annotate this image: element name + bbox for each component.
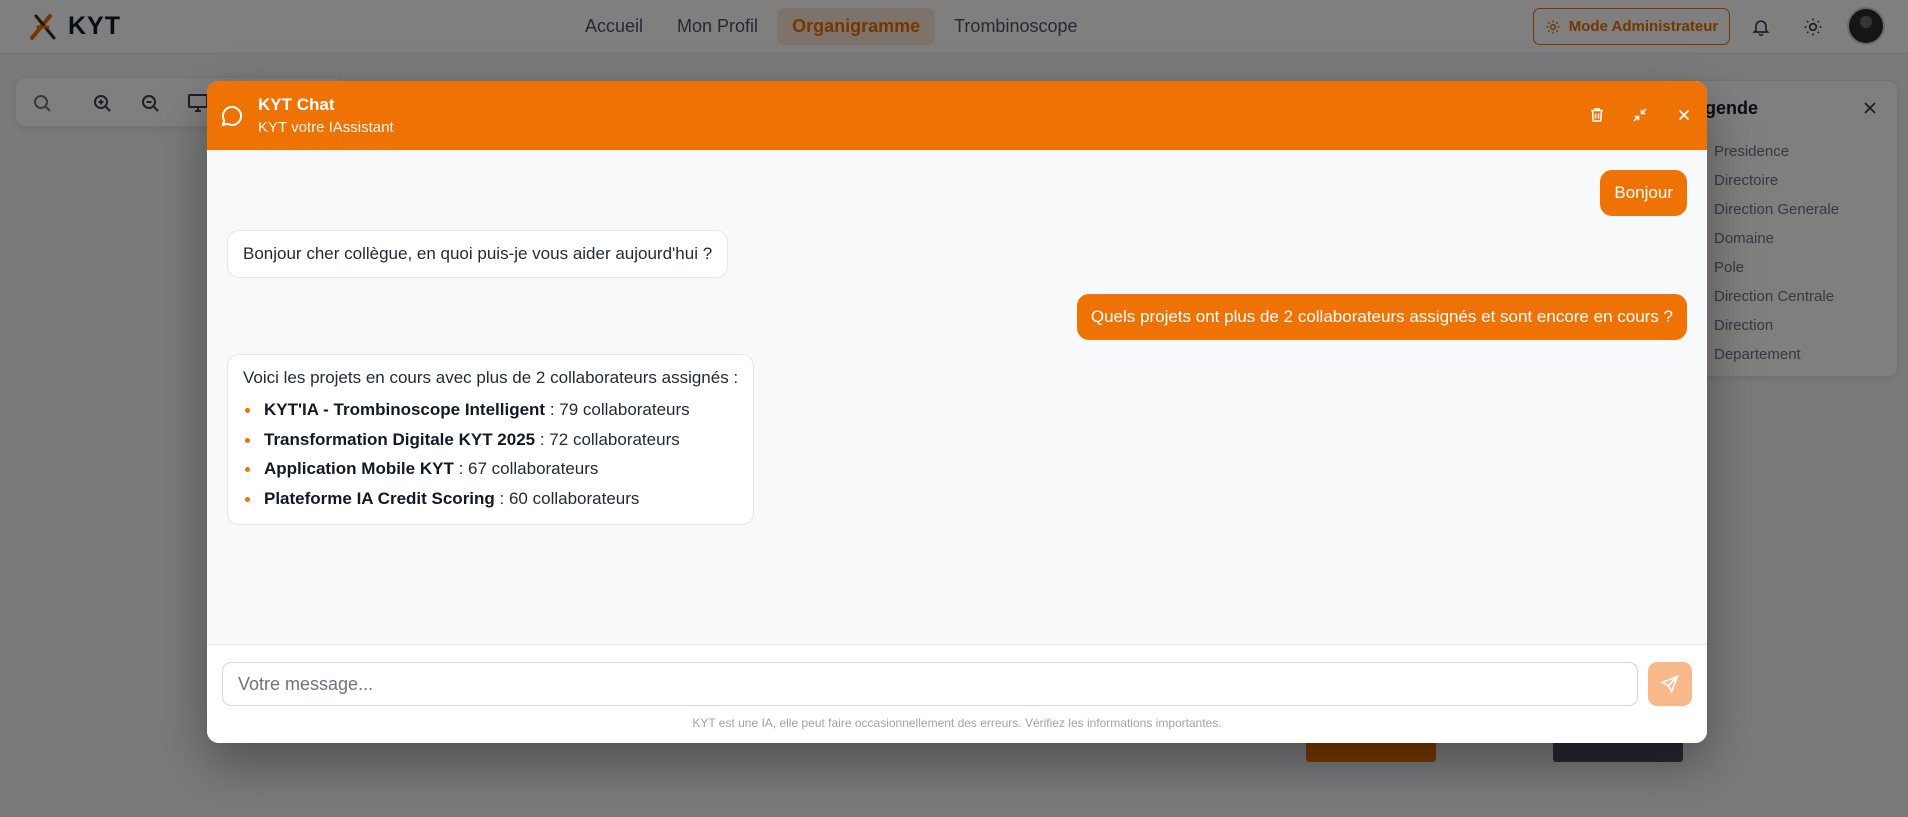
send-button[interactable] — [1648, 662, 1692, 706]
project-detail: : 79 collaborateurs — [545, 400, 690, 419]
list-item: Transformation Digitale KYT 2025 : 72 co… — [243, 425, 738, 455]
user-message: Quels projets ont plus de 2 collaborateu… — [1076, 294, 1687, 340]
project-name: Plateforme IA Credit Scoring — [264, 488, 495, 508]
trash-icon — [1591, 108, 1603, 122]
send-icon — [1660, 675, 1679, 694]
project-name: KYT'IA - Trombinoscope Intelligent — [264, 400, 546, 419]
user-message: Bonjour — [1600, 170, 1687, 216]
chat-dialog: KYT Chat KYT votre IAssistant Bonjour Bo… — [207, 81, 1707, 743]
message-input[interactable] — [222, 662, 1638, 706]
close-chat-button[interactable] — [1672, 103, 1696, 127]
minimize-icon — [1633, 108, 1647, 122]
list-item: Application Mobile KYT : 67 collaborateu… — [243, 454, 738, 484]
project-detail: : 67 collaborateurs — [453, 459, 599, 478]
list-item: Plateforme IA Credit Scoring : 60 collab… — [243, 484, 738, 514]
close-icon — [1678, 109, 1690, 121]
project-detail: : 60 collaborateurs — [494, 488, 640, 508]
ai-disclaimer: KYT est une IA, elle peut faire occasion… — [692, 716, 1222, 730]
clear-chat-button[interactable] — [1585, 103, 1609, 127]
project-list: KYT'IA - Trombinoscope Intelligent : 79 … — [243, 395, 738, 513]
bot-message-intro: Voici les projets en cours avec plus de … — [243, 368, 739, 387]
chat-footer: KYT est une IA, elle peut faire occasion… — [207, 644, 1707, 743]
chat-subtitle: KYT votre IAssistant — [258, 119, 394, 136]
chat-title: KYT Chat — [258, 95, 335, 114]
list-item: KYT'IA - Trombinoscope Intelligent : 79 … — [243, 395, 738, 425]
project-detail: : 72 collaborateurs — [535, 429, 680, 449]
project-name: Transformation Digitale KYT 2025 — [264, 429, 536, 449]
chat-header: KYT Chat KYT votre IAssistant — [207, 81, 1707, 150]
bot-message: Voici les projets en cours avec plus de … — [227, 354, 755, 525]
chat-bubble-icon — [221, 105, 243, 127]
project-name: Application Mobile KYT — [264, 459, 454, 478]
minimize-chat-button[interactable] — [1628, 103, 1652, 127]
bot-message: Bonjour cher collègue, en quoi puis-je v… — [227, 230, 729, 278]
